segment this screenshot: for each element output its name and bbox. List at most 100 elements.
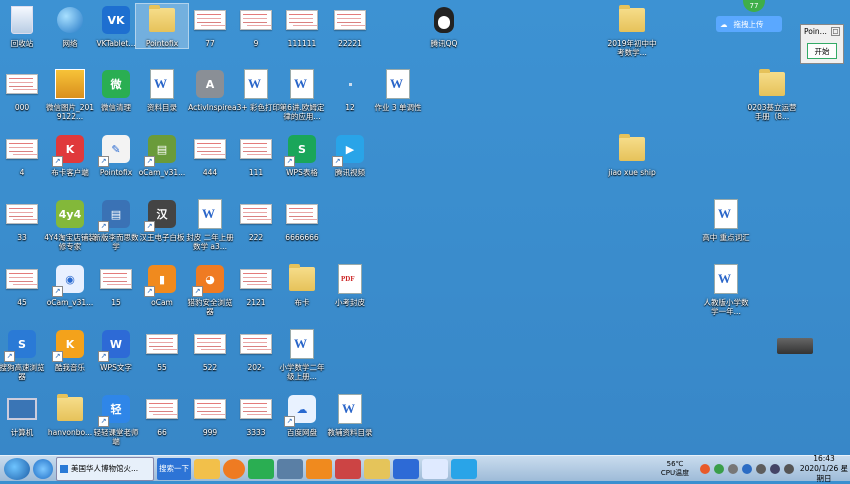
- device-icon[interactable]: [777, 338, 813, 354]
- desktop-icon[interactable]: 微微信清理: [90, 68, 142, 112]
- taskbar-browser-tab[interactable]: 美国华人博物馆火...: [56, 456, 154, 481]
- desktop-icon[interactable]: 4y4 4Y4淘宝店铺装修专家: [44, 198, 96, 251]
- desktop-icon[interactable]: K ↗ 布卡客户端: [44, 133, 96, 177]
- tray-icon[interactable]: [728, 463, 738, 474]
- desktop-icon[interactable]: ☁ ↗ 百度网盘: [276, 393, 328, 437]
- start-button[interactable]: [4, 457, 30, 480]
- desktop-icon[interactable]: Pointofix: [135, 3, 189, 49]
- shortcut-arrow-icon: ↗: [4, 351, 15, 362]
- tray-icon[interactable]: [714, 463, 724, 474]
- desktop-icon[interactable]: 3333: [230, 393, 282, 437]
- desktop-icon[interactable]: ▮ ↗ oCam: [136, 263, 188, 307]
- taskbar-search-button[interactable]: 搜索一下: [157, 457, 191, 480]
- desktop[interactable]: 回收站 网络 VK VKTablet... Pointofix 77 9 111111 2222…: [0, 0, 850, 455]
- app-icon: ▤ ↗: [144, 133, 178, 167]
- baidu-netdisk-icon[interactable]: [422, 458, 448, 479]
- desktop-icon[interactable]: 资料目录: [136, 68, 188, 112]
- tray-icon[interactable]: [700, 463, 710, 474]
- desktop-icon[interactable]: 作业 3 单调性: [372, 68, 424, 112]
- desktop-icon[interactable]: W ↗ WPS文字: [90, 328, 142, 372]
- desktop-icon[interactable]: S ↗ 搜狗高速浏览器: [0, 328, 48, 381]
- desktop-icon[interactable]: 回收站: [0, 4, 48, 48]
- desktop-icon[interactable]: VK VKTablet...: [90, 4, 142, 48]
- desktop-icon[interactable]: 55: [136, 328, 188, 372]
- tray-icon[interactable]: [742, 463, 752, 474]
- desktop-icon[interactable]: 22221: [324, 4, 376, 48]
- desktop-icon[interactable]: 33: [0, 198, 48, 242]
- taskbar-media-icon[interactable]: [277, 458, 303, 479]
- desktop-icon[interactable]: 网络: [44, 4, 96, 48]
- desktop-icon[interactable]: ◉ ↗ oCam_v31...: [44, 263, 96, 307]
- volume-icon[interactable]: [784, 463, 794, 474]
- desktop-icon[interactable]: 111111: [276, 4, 328, 48]
- ie-icon[interactable]: [33, 458, 53, 479]
- desktop-icon[interactable]: K ↗ 酷我音乐: [44, 328, 96, 372]
- desktop-icon[interactable]: 汉 ↗ 汉王电子白板: [136, 198, 188, 242]
- desktop-icon[interactable]: 15: [90, 263, 142, 307]
- desktop-icon[interactable]: 轻 ↗ 轻轻课堂老师端: [90, 393, 142, 446]
- desktop-icon[interactable]: 高中 重点词汇: [700, 198, 752, 242]
- desktop-icon[interactable]: 6666666: [276, 198, 328, 242]
- desktop-icon[interactable]: 计算机: [0, 393, 48, 437]
- pointofix-window[interactable]: Poin... □ 开始: [800, 24, 844, 64]
- desktop-icon[interactable]: 人教版小学数学一年...: [700, 263, 752, 316]
- desktop-icon[interactable]: ▶ ↗ 腾讯视频: [324, 133, 376, 177]
- tray-icon[interactable]: [756, 463, 766, 474]
- tencent-video-icon[interactable]: [451, 458, 477, 479]
- desktop-icon[interactable]: 微信图片_2019122...: [44, 68, 96, 121]
- desktop-icon[interactable]: 0203基立运营手册（8...: [746, 68, 798, 121]
- desktop-icon[interactable]: S ↗ WPS表格: [276, 133, 328, 177]
- wps-icon[interactable]: [393, 458, 419, 479]
- desktop-icon[interactable]: ◕ ↗ 猎豹安全浏览器: [184, 263, 236, 316]
- desktop-icon[interactable]: 封皮 二年上册 数学 a3...: [184, 198, 236, 251]
- network-icon[interactable]: [770, 463, 780, 474]
- desktop-icon[interactable]: 444: [184, 133, 236, 177]
- desktop-icon[interactable]: hanvonbo...: [44, 393, 96, 437]
- baidu-drag-upload-widget[interactable]: ☁ 拖拽上传: [716, 16, 782, 32]
- image-file-icon: [100, 263, 132, 295]
- taskbar-app-icon[interactable]: [194, 458, 220, 479]
- desktop-icon-label: 高中 重点词汇: [702, 233, 750, 242]
- desktop-icon[interactable]: 202-: [230, 328, 282, 372]
- cpu-temperature[interactable]: 56℃ CPU温度: [656, 460, 694, 478]
- desktop-icon[interactable]: 布卡: [276, 263, 328, 307]
- desktop-icon[interactable]: 999: [184, 393, 236, 437]
- image-file-icon: [286, 198, 318, 230]
- desktop-icon[interactable]: 教辅资料目录: [324, 393, 376, 437]
- restore-icon[interactable]: □: [831, 27, 840, 36]
- desktop-icon[interactable]: 111: [230, 133, 282, 177]
- desktop-icon[interactable]: A ActivInspire: [184, 68, 236, 112]
- pointofix-taskbar-icon[interactable]: [335, 458, 361, 479]
- desktop-icon[interactable]: ▤ ↗ 新版李而思数学: [90, 198, 142, 251]
- desktop-icon[interactable]: ✎ ↗ Pointofix: [90, 133, 142, 177]
- wechat-icon[interactable]: [248, 458, 274, 479]
- clock[interactable]: 16:43 2020/1/26 星期日: [798, 454, 850, 484]
- desktop-icon[interactable]: 12: [324, 68, 376, 112]
- pointofix-start-button[interactable]: 开始: [807, 43, 837, 59]
- taskbar-browser-icon[interactable]: [223, 458, 245, 479]
- word-document-icon: [382, 68, 414, 100]
- desktop-icon[interactable]: 4: [0, 133, 48, 177]
- app-icon: 轻 ↗: [98, 393, 132, 427]
- folder-icon: [54, 393, 86, 425]
- desktop-icon[interactable]: 66: [136, 393, 188, 437]
- desktop-icon[interactable]: ▤ ↗ oCam_v31...: [136, 133, 188, 177]
- desktop-icon[interactable]: 77: [184, 4, 236, 48]
- desktop-icon[interactable]: a3+ 彩色打印: [230, 68, 282, 112]
- desktop-icon[interactable]: 第6讲.欧姆定律的应用...: [276, 68, 328, 121]
- desktop-icon[interactable]: 222: [230, 198, 282, 242]
- desktop-icon[interactable]: 2121: [230, 263, 282, 307]
- desktop-icon[interactable]: jiao xue ship: [606, 133, 658, 177]
- desktop-icon[interactable]: 小考封皮: [324, 263, 376, 307]
- folder-icon: [286, 263, 318, 295]
- notification-badge[interactable]: 77: [743, 0, 765, 12]
- desktop-icon[interactable]: 522: [184, 328, 236, 372]
- desktop-icon[interactable]: 2019年初中中考数学...: [606, 4, 658, 57]
- ocam-icon[interactable]: [306, 458, 332, 479]
- desktop-icon[interactable]: 000: [0, 68, 48, 112]
- desktop-icon[interactable]: 45: [0, 263, 48, 307]
- explorer-icon[interactable]: [364, 458, 390, 479]
- desktop-icon[interactable]: 腾讯QQ: [418, 4, 470, 48]
- desktop-icon[interactable]: 小学数学二年级上册...: [276, 328, 328, 381]
- desktop-icon[interactable]: 9: [230, 4, 282, 48]
